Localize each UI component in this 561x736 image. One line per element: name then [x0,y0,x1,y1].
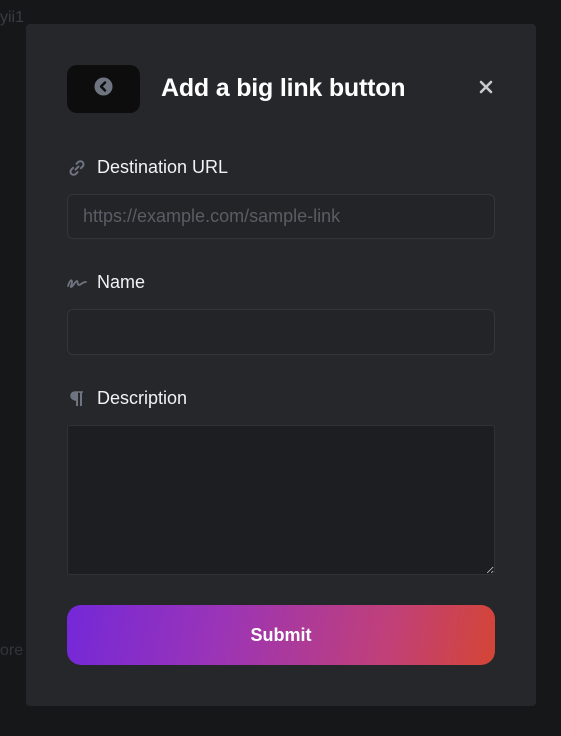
url-label-row: Destination URL [67,157,228,178]
background-text-fragment: yii1 [0,9,25,26]
description-textarea[interactable] [67,425,495,575]
name-input[interactable] [67,309,495,355]
back-button[interactable] [67,65,140,113]
close-icon [479,80,493,99]
signature-icon [67,273,87,293]
background-text-fragment: ore [0,642,24,659]
close-button[interactable] [474,77,498,101]
modal-title: Add a big link button [161,74,406,102]
submit-button[interactable]: Submit [67,605,495,665]
name-label: Name [97,272,146,292]
link-icon [67,158,87,178]
name-label-row: Name [67,272,145,293]
url-label: Destination URL [97,157,229,177]
chevron-left-circle-icon [94,77,113,101]
description-label-row: Description [67,388,187,409]
add-link-modal: Add a big link button Destination URL ht… [26,24,536,706]
destination-url-input[interactable] [67,194,495,239]
description-label: Description [97,388,188,408]
pilcrow-icon [67,389,87,409]
